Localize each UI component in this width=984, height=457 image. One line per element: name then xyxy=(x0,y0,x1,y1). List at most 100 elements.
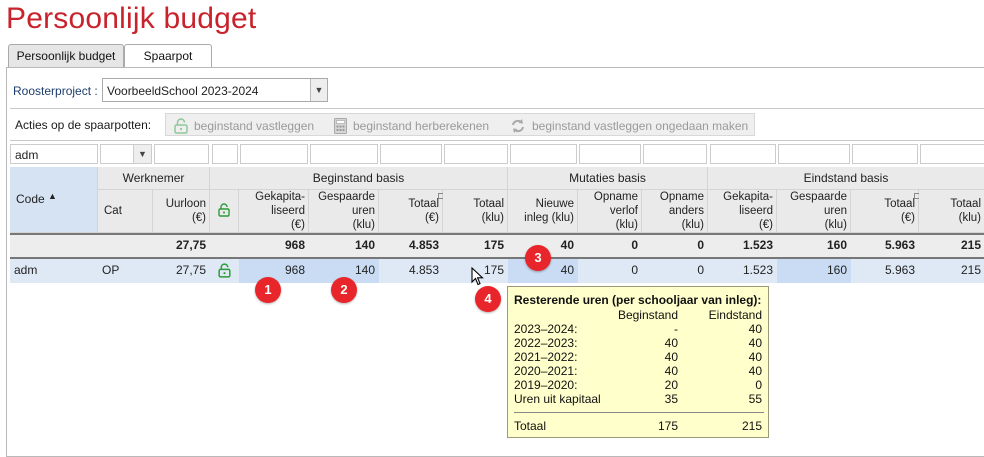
tooltip-row-begin: 35 xyxy=(664,392,678,406)
e-gekap-unit: (€) xyxy=(758,219,773,231)
tooltip-header-row: Beginstand Eindstand xyxy=(514,308,764,322)
e-gekap-label-2: liseerd xyxy=(739,205,773,217)
resterende-uren-tooltip: Resterende uren (per schooljaar van inle… xyxy=(507,286,769,438)
e-gesp-unit: (klu) xyxy=(824,219,847,231)
tab-spaarpot[interactable]: Spaarpot xyxy=(124,44,212,69)
verlof-filter-input[interactable] xyxy=(579,144,641,164)
totaal-klu-filter-input[interactable] xyxy=(444,144,508,164)
row-e-totaal-eur: 5.963 xyxy=(884,263,915,277)
tooltip-row-label: Uren uit kapitaal xyxy=(514,392,601,406)
column-header-eind-totaal-eur[interactable]: Totaal (€) xyxy=(851,190,920,233)
cat-filter-select[interactable]: ▼ xyxy=(100,144,152,164)
verlof-label-1: Opname xyxy=(593,191,638,203)
filter-row: adm ▼ xyxy=(10,142,984,166)
e-totaal-eur-unit: (€) xyxy=(900,212,915,224)
totaal-eur-filter-input[interactable] xyxy=(380,144,442,164)
anders-label-2: anders xyxy=(668,205,704,217)
row-verlof: 0 xyxy=(631,263,638,277)
gesp-label-1: Gespaarde xyxy=(318,191,375,203)
anders-label-1: Opname xyxy=(659,191,704,203)
column-header-gekapitaliseerd[interactable]: Gekapita-liseerd (€) xyxy=(239,190,309,233)
column-header-lock[interactable] xyxy=(210,190,239,233)
gekap-filter-input[interactable] xyxy=(240,144,308,164)
tooltip-total-row: Totaal 175 215 xyxy=(514,419,764,433)
beginstand-ongedaan-button[interactable]: beginstand vastleggen ongedaan maken xyxy=(510,118,748,134)
annotation-badge-2: 2 xyxy=(331,277,357,303)
column-header-totaal-eur[interactable]: Totaal (€) xyxy=(379,190,444,233)
uurloon-filter-input[interactable] xyxy=(154,144,209,164)
row-lock[interactable] xyxy=(210,259,239,283)
code-filter-input[interactable]: adm xyxy=(10,144,98,164)
totaal-klu-unit: (klu) xyxy=(481,212,504,224)
tooltip-row-label: 2023–2024: xyxy=(514,322,578,336)
chevron-down-icon[interactable]: ▼ xyxy=(310,79,327,101)
column-header-nieuwe-inleg[interactable]: Nieuwe inleg (klu) xyxy=(508,190,578,233)
column-header-opname-anders[interactable]: Opname anders (klu) xyxy=(642,190,708,233)
column-header-code[interactable]: Code ▲ xyxy=(10,167,98,233)
e-gesp-filter-input[interactable] xyxy=(778,144,850,164)
e-gekap-label-1: Gekapita- xyxy=(723,191,773,203)
column-header-totaal-klu[interactable]: Totaal (klu) xyxy=(443,190,508,233)
project-select-value: VoorbeeldSchool 2023-2024 xyxy=(107,84,259,98)
column-header-eind-gekapitaliseerd[interactable]: Gekapita-liseerd (€) xyxy=(708,190,777,233)
tooltip-col-eindstand: Eindstand xyxy=(708,308,762,322)
spaarpot-grid: adm ▼ Code ▲ Werknemer Beginstand basis … xyxy=(10,142,984,283)
total-e-totaal-eur: 5.963 xyxy=(884,238,915,252)
anders-unit: (klu) xyxy=(681,219,704,231)
tab-persoonlijk-budget[interactable]: Persoonlijk budget xyxy=(8,44,124,68)
total-e-gesp: 160 xyxy=(826,238,847,252)
column-header-cat[interactable]: Cat xyxy=(98,190,153,233)
total-totaal-eur: 4.853 xyxy=(408,238,439,252)
total-gekap: 968 xyxy=(284,238,305,252)
totaal-klu-label: Totaal xyxy=(473,198,504,210)
anders-filter-input[interactable] xyxy=(643,144,707,164)
mouse-cursor-icon xyxy=(471,267,484,286)
lock-open-icon xyxy=(218,203,230,217)
nieuwe-filter-input[interactable] xyxy=(510,144,577,164)
lock-filter-input[interactable] xyxy=(212,144,238,164)
e-gesp-label-1: Gespaarde xyxy=(790,191,847,203)
column-header-eind-gespaarde-uren[interactable]: Gespaarde uren (klu) xyxy=(777,190,851,233)
e-totaal-klu-filter-input[interactable] xyxy=(920,144,984,164)
totaal-eur-label: Totaal xyxy=(408,198,439,210)
tooltip-row-label: 2019–2020: xyxy=(514,378,578,392)
project-select[interactable]: VoorbeeldSchool 2023-2024 ▼ xyxy=(102,78,328,102)
actions-bar: Acties op de spaarpotten: beginstand vas… xyxy=(10,110,984,138)
row-e-gesp: 160 xyxy=(777,259,851,283)
beginstand-herberekenen-button[interactable]: beginstand herberekenen xyxy=(334,118,489,134)
lock-open-icon xyxy=(174,118,188,134)
column-header-uurloon[interactable]: Uurloon (€) xyxy=(153,190,210,233)
tooltip-row-label: 2020–2021: xyxy=(514,364,578,378)
table-row[interactable]: adm OP 27,75 968 140 4.853 175 40 0 0 1.… xyxy=(10,259,984,283)
beginstand-vastleggen-button[interactable]: beginstand vastleggen xyxy=(174,118,314,134)
undo-refresh-icon xyxy=(512,119,524,133)
calculator-icon xyxy=(334,118,347,134)
tooltip-total-begin: 175 xyxy=(657,419,678,433)
column-header-eind-totaal-klu[interactable]: Totaal (klu) xyxy=(919,190,984,233)
chevron-down-icon[interactable]: ▼ xyxy=(133,145,151,163)
e-gekap-filter-input[interactable] xyxy=(710,144,776,164)
column-header-gespaarde-uren[interactable]: Gespaarde uren (klu) xyxy=(309,190,379,233)
column-header-opname-verlof[interactable]: Opname verlof (klu) xyxy=(578,190,642,233)
total-anders: 0 xyxy=(697,238,704,252)
group-header-eindstand: Eindstand basis xyxy=(708,167,984,190)
tooltip-row-eind: 40 xyxy=(748,350,762,364)
e-totaal-klu-label: Totaal xyxy=(950,198,981,210)
project-row: Roosterproject : VoorbeeldSchool 2023-20… xyxy=(10,78,984,104)
e-totaal-klu-unit: (klu) xyxy=(958,212,981,224)
gekap-label-2: liseerd xyxy=(271,205,305,217)
uurloon-label: Uurloon xyxy=(165,198,206,210)
tooltip-divider xyxy=(514,412,764,413)
tooltip-row: 2023–2024: - 40 xyxy=(514,322,764,336)
divider xyxy=(10,108,984,109)
e-totaal-eur-filter-input[interactable] xyxy=(852,144,918,164)
tooltip-row-label: 2021–2022: xyxy=(514,350,578,364)
cat-header-label: Cat xyxy=(104,205,122,217)
page-title: Persoonlijk budget xyxy=(6,2,257,35)
gesp-filter-input[interactable] xyxy=(310,144,378,164)
gesp-unit: (klu) xyxy=(352,219,375,231)
total-e-gekap: 1.523 xyxy=(742,238,773,252)
tooltip-total-eind: 215 xyxy=(741,419,762,433)
nieuwe-unit: inleg (klu) xyxy=(524,212,574,224)
total-verlof: 0 xyxy=(631,238,638,252)
